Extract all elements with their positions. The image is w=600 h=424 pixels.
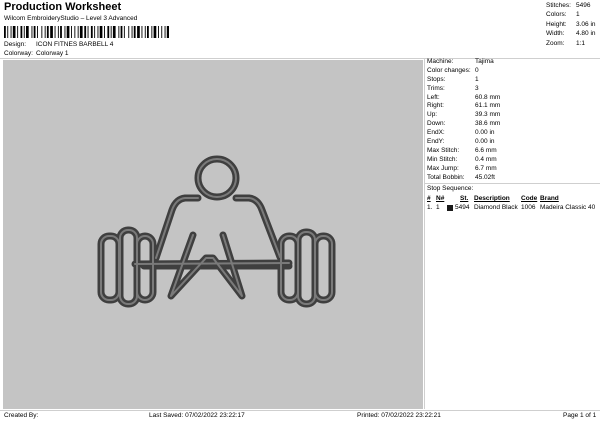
- stop-divider: [425, 183, 600, 184]
- summary-row: Zoom: 1:1: [546, 39, 586, 47]
- colorway-name: Colorway 1: [36, 50, 69, 57]
- design-preview: [3, 60, 423, 409]
- created-by: Created By:: [4, 412, 39, 419]
- detail-row: Total Bobbin: 45.02ft: [427, 173, 495, 181]
- design-name: ICON FITNES BARBELL 4: [36, 41, 114, 48]
- barbell-lifter-embroidery-icon: [97, 155, 336, 308]
- detail-row: Trims: 3: [427, 84, 479, 92]
- colorway-label: Colorway:: [4, 50, 33, 57]
- detail-row: EndY: 0.00 in: [427, 138, 495, 146]
- detail-row: Right: 61.1 mm: [427, 102, 501, 110]
- summary-row: Colors: 1: [546, 11, 580, 19]
- summary-row: Stitches: 5496: [546, 2, 591, 9]
- software-subtitle: Wilcom EmbroideryStudio – Level 3 Advanc…: [4, 15, 138, 22]
- stop-sequence-header: # N# St. Description Code Brand: [427, 195, 559, 202]
- thread-color-swatch: [447, 205, 453, 211]
- detail-row: Down: 38.6 mm: [427, 120, 501, 128]
- barcode: [4, 26, 169, 38]
- summary-row: Width: 4.80 in: [546, 30, 596, 38]
- detail-row: Min Stitch: 0.4 mm: [427, 155, 497, 163]
- detail-row: Max Stitch: 6.6 mm: [427, 146, 497, 154]
- footer-divider: [0, 410, 600, 411]
- stop-sequence-row: 1. 1 5494 Diamond Black 1006 Madeira Cla…: [427, 204, 596, 211]
- machine-details: Machine: Tajima Color changes: 0 Stops: 1 T…: [427, 58, 599, 182]
- design-label: Design:: [4, 41, 27, 48]
- stop-sequence-title: Stop Sequence:: [427, 185, 474, 192]
- detail-row: Max Jump: 6.7 mm: [427, 164, 497, 172]
- detail-row: Color changes: 0: [427, 66, 479, 74]
- detail-row: Up: 39.3 mm: [427, 111, 501, 119]
- last-saved: Last Saved: 07/02/2022 23:22:17: [149, 412, 245, 419]
- detail-row: EndX: 0.00 in: [427, 129, 495, 137]
- summary-panel: Stitches: 5496 Colors: 1 Height: 3.06 in Wi…: [543, 2, 599, 49]
- detail-row: Left: 60.8 mm: [427, 93, 501, 101]
- page-title: Production Worksheet: [4, 1, 122, 13]
- page-number: Page 1 of 1: [563, 412, 597, 419]
- panel-divider: [424, 58, 425, 409]
- detail-row: Machine: Tajima: [427, 58, 494, 65]
- printed-date: Printed: 07/02/2022 23:22:21: [357, 412, 441, 419]
- summary-row: Height: 3.06 in: [546, 20, 596, 28]
- detail-row: Stops: 1: [427, 75, 479, 83]
